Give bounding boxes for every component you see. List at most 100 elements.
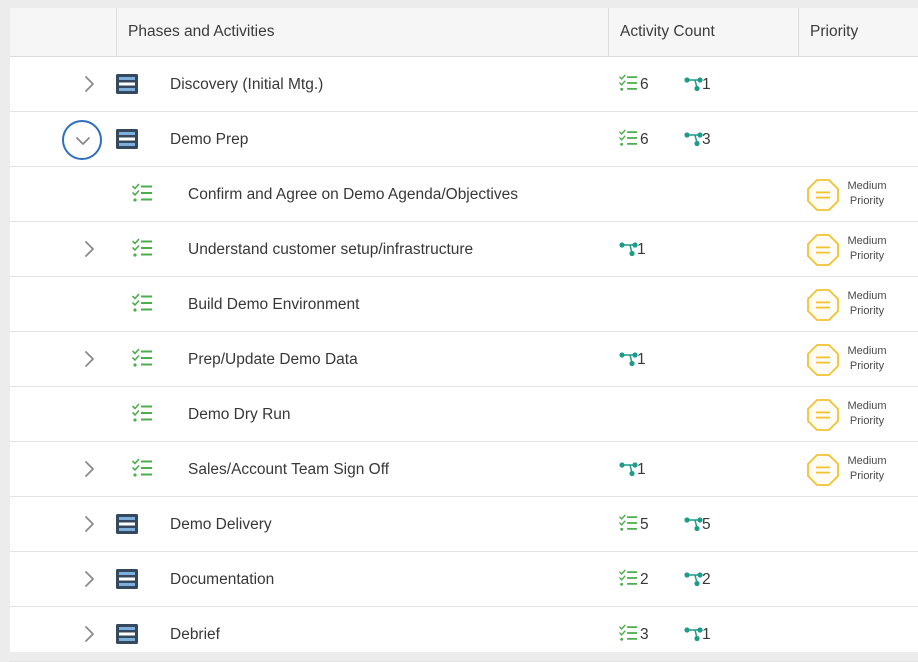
subprocess-count-value: 5 bbox=[702, 516, 711, 533]
priority-label-line1: Medium bbox=[847, 455, 887, 467]
header-activity-count[interactable]: Activity Count bbox=[608, 8, 798, 56]
phase-row[interactable]: Demo Prep 6 3 bbox=[10, 112, 918, 167]
subprocess-count-icon bbox=[684, 626, 704, 642]
phase-row[interactable]: Documentation 2 2 bbox=[10, 552, 918, 607]
priority-badge[interactable]: Medium Priority bbox=[798, 167, 918, 222]
task-count-value: 6 bbox=[640, 131, 649, 148]
expand-chevron-icon[interactable] bbox=[76, 621, 102, 647]
medium-priority-icon bbox=[806, 453, 840, 487]
task-count-icon bbox=[619, 74, 637, 92]
checklist-icon bbox=[132, 403, 152, 423]
activity-name[interactable]: Prep/Update Demo Data bbox=[188, 332, 358, 387]
checklist-icon bbox=[132, 458, 152, 478]
priority-label-line2: Priority bbox=[849, 360, 885, 372]
task-count-icon bbox=[619, 514, 637, 532]
activity-row[interactable]: Sales/Account Team Sign Off 1 Medium Priori… bbox=[10, 442, 918, 497]
subprocess-count-icon bbox=[684, 131, 704, 147]
medium-priority-icon bbox=[806, 178, 840, 212]
expand-chevron-icon[interactable] bbox=[76, 236, 102, 262]
task-count-icon bbox=[619, 624, 637, 642]
activity-name[interactable]: Sales/Account Team Sign Off bbox=[188, 442, 389, 497]
priority-badge[interactable]: Medium Priority bbox=[798, 387, 918, 442]
phase-name[interactable]: Debrief bbox=[170, 607, 220, 662]
phase-icon bbox=[116, 74, 138, 94]
collapse-chevron-icon[interactable] bbox=[62, 120, 102, 160]
phase-name[interactable]: Documentation bbox=[170, 552, 274, 607]
subprocess-count-value: 1 bbox=[637, 241, 646, 258]
header-priority[interactable]: Priority bbox=[798, 8, 918, 56]
priority-badge[interactable]: Medium Priority bbox=[798, 277, 918, 332]
priority-label-line1: Medium bbox=[847, 400, 887, 412]
priority-badge[interactable]: Medium Priority bbox=[798, 332, 918, 387]
phase-name[interactable]: Demo Delivery bbox=[170, 497, 272, 552]
phase-row[interactable]: Demo Delivery 5 5 bbox=[10, 497, 918, 552]
activity-row[interactable]: Prep/Update Demo Data 1 Medium Priority bbox=[10, 332, 918, 387]
activity-row[interactable]: Confirm and Agree on Demo Agenda/Objecti… bbox=[10, 167, 918, 222]
expand-chevron-icon[interactable] bbox=[76, 511, 102, 537]
task-count-icon bbox=[619, 569, 637, 587]
priority-label-line1: Medium bbox=[847, 180, 887, 192]
subprocess-count-value: 3 bbox=[702, 131, 711, 148]
table-header: Phases and Activities Activity Count Pri… bbox=[10, 8, 918, 57]
priority-label: Medium Priority bbox=[844, 234, 890, 264]
activity-row[interactable]: Build Demo Environment Medium Priority bbox=[10, 277, 918, 332]
expand-chevron-icon[interactable] bbox=[76, 456, 102, 482]
priority-badge[interactable]: Medium Priority bbox=[798, 222, 918, 277]
activity-name[interactable]: Demo Dry Run bbox=[188, 387, 291, 442]
priority-label-line1: Medium bbox=[847, 290, 887, 302]
subprocess-count-icon bbox=[619, 351, 639, 367]
priority-label-line1: Medium bbox=[847, 235, 887, 247]
medium-priority-icon bbox=[806, 233, 840, 267]
activity-name[interactable]: Confirm and Agree on Demo Agenda/Objecti… bbox=[188, 167, 518, 222]
header-expand-column bbox=[10, 8, 116, 56]
priority-label: Medium Priority bbox=[844, 179, 890, 209]
phase-row[interactable]: Discovery (Initial Mtg.) 6 1 bbox=[10, 57, 918, 112]
priority-label-line2: Priority bbox=[849, 305, 885, 317]
priority-badge[interactable]: Medium Priority bbox=[798, 442, 918, 497]
activity-name[interactable]: Build Demo Environment bbox=[188, 277, 359, 332]
medium-priority-icon bbox=[806, 343, 840, 377]
subprocess-count-value: 1 bbox=[702, 76, 711, 93]
phase-icon bbox=[116, 514, 138, 534]
activity-row[interactable]: Demo Dry Run Medium Priority bbox=[10, 387, 918, 442]
phase-icon bbox=[116, 624, 138, 644]
task-count-value: 5 bbox=[640, 516, 649, 533]
header-phases-activities[interactable]: Phases and Activities bbox=[116, 8, 608, 56]
task-count-value: 3 bbox=[640, 626, 649, 643]
task-count-icon bbox=[619, 129, 637, 147]
subprocess-count-icon bbox=[619, 241, 639, 257]
priority-label: Medium Priority bbox=[844, 399, 890, 429]
phase-name[interactable]: Demo Prep bbox=[170, 112, 248, 167]
checklist-icon bbox=[132, 293, 152, 313]
subprocess-count-icon bbox=[684, 76, 704, 92]
phase-icon bbox=[116, 129, 138, 149]
expand-chevron-icon[interactable] bbox=[76, 566, 102, 592]
checklist-icon bbox=[132, 348, 152, 368]
phase-icon bbox=[116, 569, 138, 589]
phase-row[interactable]: Debrief 3 1 bbox=[10, 607, 918, 662]
expand-chevron-icon[interactable] bbox=[76, 71, 102, 97]
activity-row[interactable]: Understand customer setup/infrastructure… bbox=[10, 222, 918, 277]
expand-chevron-icon[interactable] bbox=[76, 346, 102, 372]
subprocess-count-icon bbox=[684, 571, 704, 587]
subprocess-count-icon bbox=[684, 516, 704, 532]
subprocess-count-value: 1 bbox=[637, 461, 646, 478]
subprocess-count-icon bbox=[619, 461, 639, 477]
priority-label-line2: Priority bbox=[849, 470, 885, 482]
task-count-value: 2 bbox=[640, 571, 649, 588]
phase-name[interactable]: Discovery (Initial Mtg.) bbox=[170, 57, 323, 112]
priority-label-line2: Priority bbox=[849, 195, 885, 207]
priority-label-line1: Medium bbox=[847, 345, 887, 357]
subprocess-count-value: 1 bbox=[637, 351, 646, 368]
medium-priority-icon bbox=[806, 398, 840, 432]
checklist-icon bbox=[132, 183, 152, 203]
priority-label-line2: Priority bbox=[849, 250, 885, 262]
phases-activities-table: Phases and Activities Activity Count Pri… bbox=[10, 8, 918, 662]
subprocess-count-value: 2 bbox=[702, 571, 711, 588]
task-count-value: 6 bbox=[640, 76, 649, 93]
activity-name[interactable]: Understand customer setup/infrastructure bbox=[188, 222, 473, 277]
priority-label: Medium Priority bbox=[844, 454, 890, 484]
priority-label: Medium Priority bbox=[844, 344, 890, 374]
priority-label: Medium Priority bbox=[844, 289, 890, 319]
subprocess-count-value: 1 bbox=[702, 626, 711, 643]
